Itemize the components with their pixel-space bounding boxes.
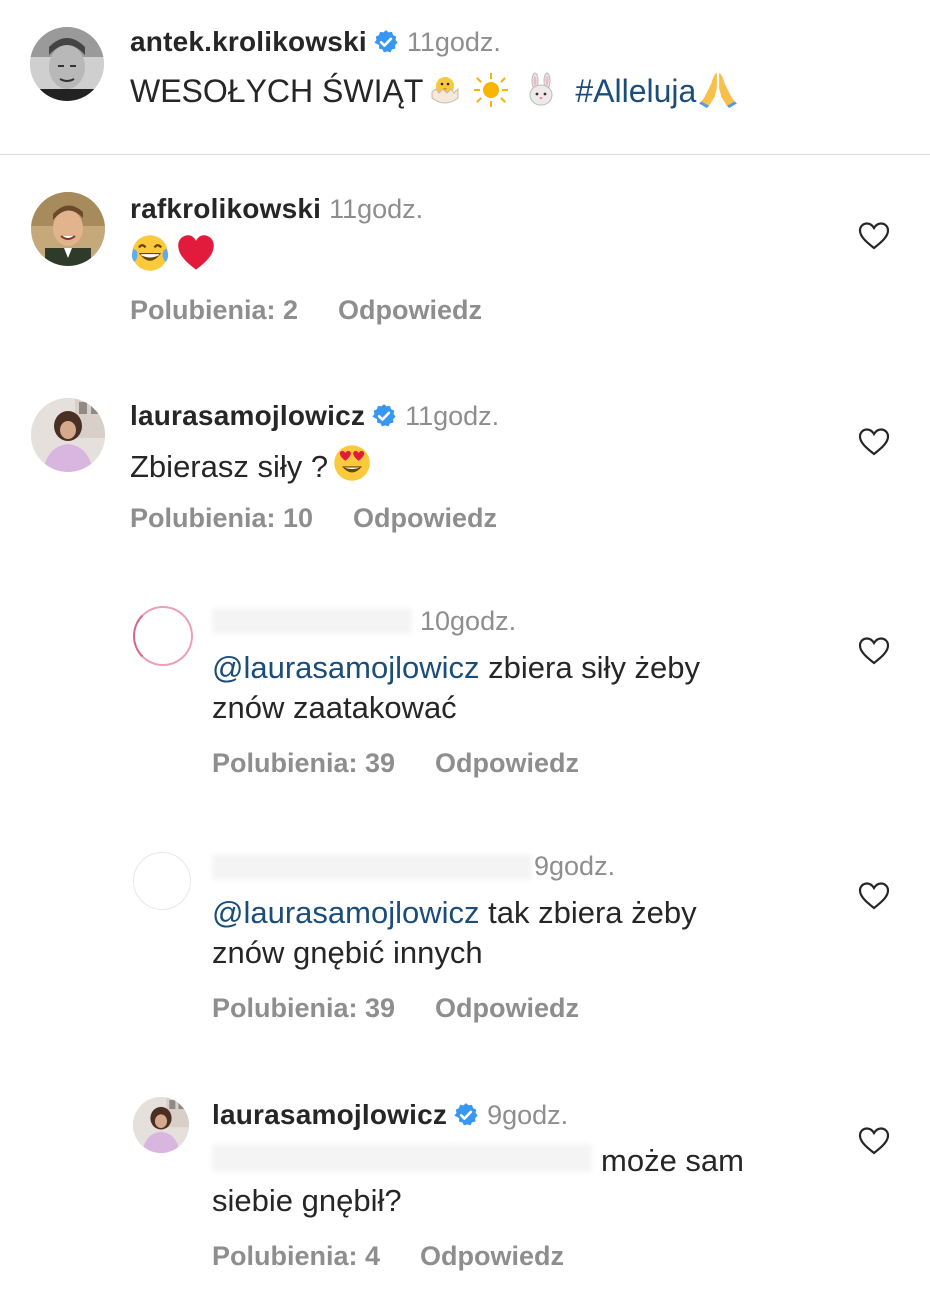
post-caption: WESOŁYCH ŚWIĄT — [130, 73, 424, 109]
comment-text-line1: może sam — [601, 1143, 744, 1178]
comment-body: @laurasamojlowicz tak zbiera żeby znów g… — [212, 893, 697, 973]
comment-time: 11godz. — [329, 194, 424, 224]
post-author-avatar[interactable] — [30, 27, 104, 101]
post-author-username[interactable]: antek.krolikowski — [130, 26, 367, 57]
comment-text-line2: znów gnębić innych — [212, 935, 483, 970]
likes-count[interactable]: Polubienia: 39 — [212, 993, 395, 1023]
sun-icon — [474, 73, 509, 107]
mention-link[interactable]: @laurasamojlowicz — [212, 895, 480, 930]
comment-body: @laurasamojlowicz zbiera siły żeby znów … — [212, 648, 700, 728]
reply-button[interactable]: Odpowiedz — [420, 1241, 564, 1271]
like-heart-icon[interactable] — [858, 1126, 890, 1156]
comment-actions: Polubienia: 2 Odpowiedz — [130, 295, 482, 326]
likes-count[interactable]: Polubienia: 39 — [212, 748, 395, 778]
post-time: 11godz. — [406, 27, 501, 57]
commenter-avatar[interactable] — [31, 398, 105, 472]
red-heart-icon — [178, 235, 214, 270]
reply-button[interactable]: Odpowiedz — [435, 993, 579, 1023]
commenter-avatar[interactable] — [133, 852, 191, 910]
comment-actions: Polubienia: 39 Odpowiedz — [212, 993, 579, 1024]
praying-hands-icon — [699, 72, 738, 108]
comment-username[interactable]: laurasamojlowicz — [130, 400, 365, 431]
chick-icon — [431, 77, 459, 104]
comment-text-line1: zbiera siły żeby — [488, 650, 701, 685]
post-caption-line: WESOŁYCH ŚWIĄT #Alleluja — [130, 68, 738, 111]
like-heart-icon[interactable] — [858, 427, 890, 457]
reply-button[interactable]: Odpowiedz — [353, 503, 497, 533]
comment-body: Zbierasz siły ? — [130, 443, 372, 487]
comment-time: 9godz. — [534, 851, 616, 881]
redacted-username — [212, 854, 532, 880]
redacted-username — [212, 608, 412, 634]
comment-text: Zbierasz siły ? — [130, 449, 329, 484]
commenter-avatar[interactable] — [133, 606, 193, 666]
comment-time: 11godz. — [405, 401, 500, 431]
commenter-avatar[interactable] — [31, 192, 105, 266]
rabbit-icon — [529, 72, 553, 106]
likes-count[interactable]: Polubienia: 10 — [130, 503, 313, 533]
comment-body: może sam siebie gnębił? — [212, 1141, 744, 1221]
post-divider — [0, 154, 930, 155]
verified-badge-icon — [372, 404, 396, 427]
comment-time: 10godz. — [420, 606, 517, 636]
comment-text-line2: znów zaatakować — [212, 690, 457, 725]
commenter-avatar[interactable] — [133, 1097, 189, 1153]
comment-text-line1: tak zbiera żeby — [488, 895, 697, 930]
comment-time: 9godz. — [487, 1100, 569, 1130]
like-heart-icon[interactable] — [858, 636, 890, 666]
like-heart-icon[interactable] — [858, 881, 890, 911]
verified-badge-icon — [454, 1103, 478, 1126]
likes-count[interactable]: Polubienia: 2 — [130, 295, 298, 325]
comment-actions: Polubienia: 4 Odpowiedz — [212, 1241, 564, 1272]
mention-link[interactable]: @laurasamojlowicz — [212, 650, 480, 685]
verified-badge-icon — [374, 30, 398, 53]
reply-button[interactable]: Odpowiedz — [435, 748, 579, 778]
heart-eyes-icon — [334, 445, 370, 481]
post-hashtag[interactable]: #Alleluja — [575, 73, 696, 109]
comment-text-line2: siebie gnębił? — [212, 1183, 402, 1218]
laughing-tears-icon — [131, 235, 169, 271]
comment-username[interactable]: laurasamojlowicz — [212, 1099, 447, 1130]
comment-username[interactable]: rafkrolikowski — [130, 193, 321, 224]
comment-actions: Polubienia: 10 Odpowiedz — [130, 503, 497, 534]
comment-actions: Polubienia: 39 Odpowiedz — [212, 748, 579, 779]
reply-button[interactable]: Odpowiedz — [338, 295, 482, 325]
comment-body — [130, 233, 216, 273]
like-heart-icon[interactable] — [858, 221, 890, 251]
likes-count[interactable]: Polubienia: 4 — [212, 1241, 380, 1271]
